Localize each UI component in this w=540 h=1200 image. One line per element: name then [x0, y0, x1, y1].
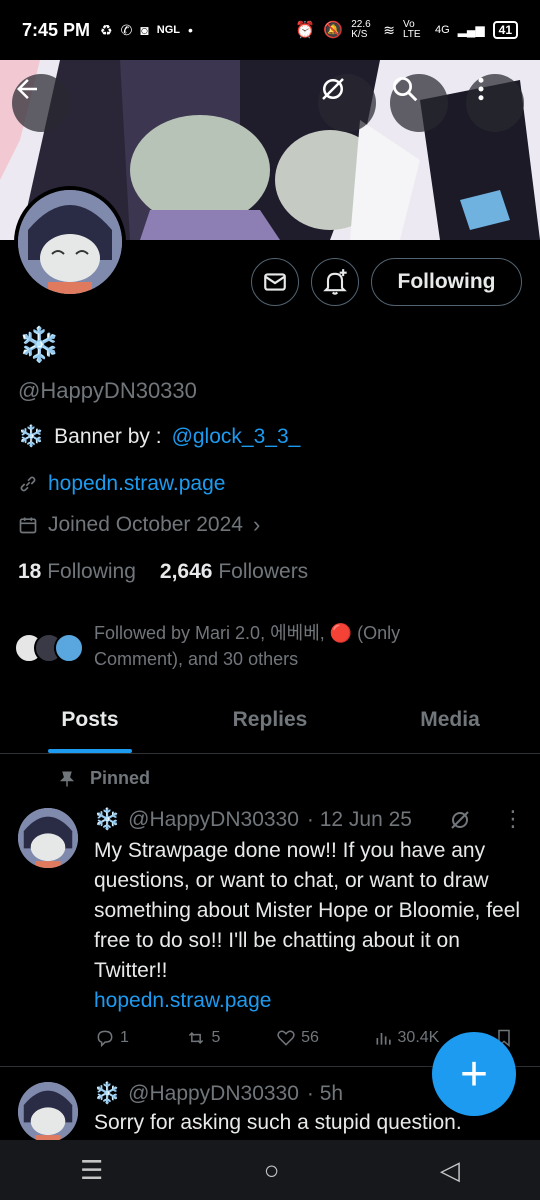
status-time: 7:45 PM [22, 19, 91, 40]
repost-action[interactable]: 5 [184, 1028, 221, 1048]
more-vertical-icon [478, 77, 484, 101]
reply-count: 1 [120, 1029, 129, 1046]
signal-icon: ▂▄▆ [457, 23, 485, 37]
battery-icon: 41 [492, 21, 518, 39]
joined-row[interactable]: Joined October 2024 › [18, 512, 260, 538]
tweet-body: My Strawpage done now!! If you have any … [94, 836, 526, 1016]
status-bar: 7:45 PM ♻ ✆ ◙ NGL • ⏰ 🔕 22.6 K/S ≋ Vo LT… [0, 0, 540, 60]
envelope-icon [264, 273, 286, 291]
views-count: 30.4K [397, 1029, 440, 1046]
search-button[interactable] [390, 74, 448, 132]
whatsapp-icon: ✆ [120, 21, 133, 38]
follow-stats: 18 Following 2,646 Followers [18, 560, 308, 584]
search-icon [393, 77, 418, 102]
grok-icon[interactable] [448, 808, 472, 832]
tweet-emoji: ❄️ [94, 1082, 121, 1105]
message-button[interactable] [251, 258, 299, 306]
tweet-text: My Strawpage done now!! If you have any … [94, 839, 521, 982]
tweet-avatar[interactable] [18, 1082, 78, 1142]
back-nav-icon[interactable]: ◁ [440, 1155, 460, 1186]
reply-action[interactable]: 1 [94, 1028, 129, 1048]
followers-count: 2,646 [159, 560, 213, 583]
profile-tabs: Posts Replies Media [0, 700, 540, 754]
recycle-icon: ♻ [100, 21, 113, 38]
profile-handle: @HappyDN30330 [18, 378, 197, 403]
tweet-handle[interactable]: @HappyDN30330 [128, 1082, 299, 1106]
alarm-icon: ⏰ [295, 22, 316, 39]
tab-replies[interactable]: Replies [180, 700, 360, 753]
avatar-image [18, 190, 122, 294]
more-button[interactable] [466, 74, 524, 132]
bio-mention-link[interactable]: @glock_3_3_ [172, 425, 301, 449]
repost-icon [188, 1031, 203, 1045]
followed-by-text: Followed by Mari 2.0, 에베베, 🔴 (Only Comme… [94, 623, 401, 669]
bell-plus-icon [323, 269, 347, 295]
tweet-header: ❄️ @HappyDN30330 · 12 Jun 25 [94, 808, 412, 832]
discord-icon: ◙ [140, 22, 149, 38]
ngl-label: NGL [156, 24, 181, 36]
bio-emoji: ❄️ [18, 425, 45, 448]
profile-link-row[interactable]: hopedn.straw.page [18, 472, 225, 496]
reply-icon [97, 1030, 113, 1048]
tweet-time[interactable]: · 5h [307, 1082, 343, 1106]
views-icon [376, 1033, 391, 1045]
grok-button[interactable] [318, 74, 376, 132]
home-icon[interactable]: ○ [264, 1155, 280, 1186]
tab-posts[interactable]: Posts [0, 700, 180, 753]
dot-icon: • [188, 22, 193, 38]
tweet-handle[interactable]: @HappyDN30330 [128, 808, 299, 832]
back-button[interactable] [12, 74, 70, 132]
tweet-emoji: ❄️ [94, 808, 121, 831]
status-left-icons: ♻ ✆ ◙ NGL • [100, 22, 193, 39]
wifi-icon: ≋ [383, 21, 395, 38]
mini-avatar [54, 633, 84, 663]
net-speed: 22.6 K/S [351, 19, 371, 40]
tweet-header: ❄️ @HappyDN30330 · 5h [94, 1082, 343, 1106]
pin-icon [59, 771, 75, 786]
signal-label: 4G [434, 24, 450, 36]
like-action[interactable]: 56 [275, 1028, 319, 1048]
following-button[interactable]: Following [371, 258, 522, 306]
mute-icon: 🔕 [323, 22, 344, 39]
system-nav-bar: ☰ ○ ◁ [0, 1140, 540, 1200]
pinned-label: Pinned [90, 768, 151, 788]
tweet-time[interactable]: · 12 Jun 25 [307, 808, 412, 832]
views-action[interactable]: 30.4K [374, 1028, 440, 1048]
compose-button[interactable]: + [432, 1032, 516, 1116]
bio-text: Banner by : [54, 425, 162, 448]
tweet-text: Sorry for asking such a stupid question. [94, 1111, 462, 1134]
followers-label: Followers [218, 560, 309, 583]
chevron-right-icon: › [252, 512, 261, 537]
following-label: Following [47, 560, 136, 583]
followed-by-row[interactable]: Followed by Mari 2.0, 에베베, 🔴 (Only Comme… [14, 620, 454, 672]
profile-link[interactable]: hopedn.straw.page [48, 472, 225, 496]
tweet-more-icon[interactable]: ⋮ [502, 806, 524, 832]
heart-icon [277, 1030, 295, 1046]
back-arrow-icon [17, 79, 37, 99]
tweet-avatar[interactable] [18, 808, 78, 868]
grok-icon [322, 78, 344, 100]
status-right-icons: ⏰ 🔕 22.6 K/S ≋ Vo LTE 4G ▂▄▆ 41 [295, 20, 518, 40]
lte-label: Vo LTE [402, 19, 421, 40]
calendar-icon [19, 517, 37, 534]
pinned-label-row: Pinned [58, 768, 150, 789]
display-name: ❄️ [18, 326, 61, 364]
tweet-link[interactable]: hopedn.straw.page [94, 989, 271, 1012]
followers-stat[interactable]: 2,646 Followers [160, 560, 308, 584]
like-count: 56 [301, 1029, 319, 1046]
profile-avatar[interactable] [14, 186, 126, 298]
joined-date: Joined October 2024 [48, 513, 243, 536]
tab-media[interactable]: Media [360, 700, 540, 753]
recents-icon[interactable]: ☰ [80, 1155, 103, 1186]
followed-by-avatars [14, 620, 84, 672]
following-stat[interactable]: 18 Following [18, 560, 136, 584]
link-icon [20, 476, 36, 492]
profile-bio: ❄️ Banner by : @glock_3_3_ [18, 425, 300, 449]
following-count: 18 [18, 560, 42, 583]
repost-count: 5 [211, 1029, 221, 1046]
notify-button[interactable] [311, 258, 359, 306]
